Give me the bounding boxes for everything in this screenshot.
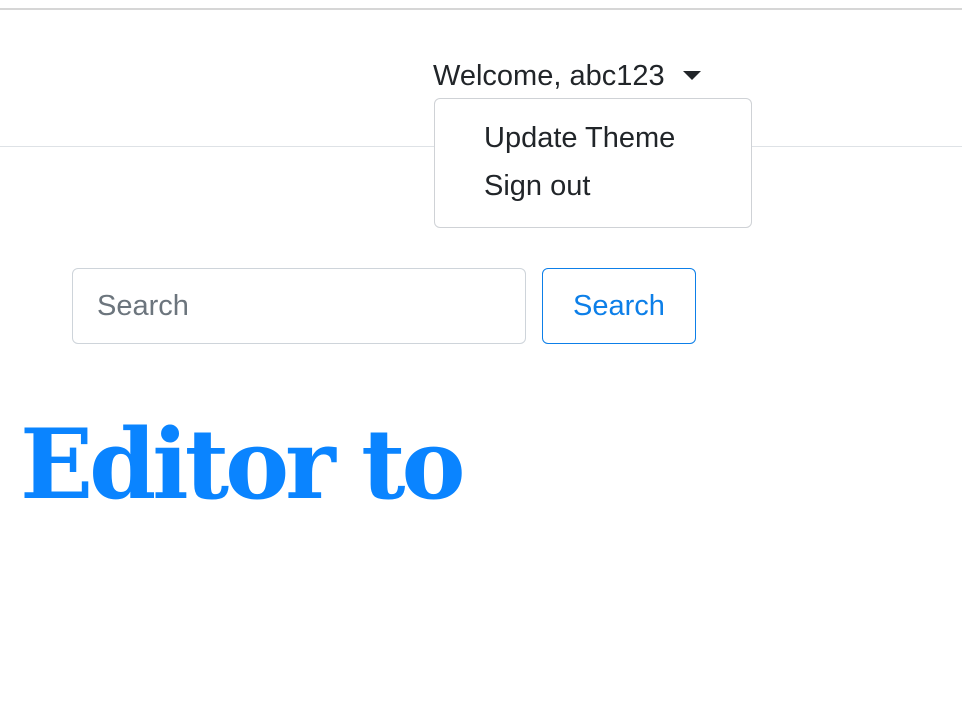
welcome-text: Welcome, abc123: [433, 59, 665, 92]
search-input[interactable]: [72, 268, 526, 344]
page: Welcome, abc123 Update Theme Sign out Se…: [0, 0, 962, 720]
user-dropdown-menu: Update Theme Sign out: [434, 98, 752, 228]
menu-item-update-theme[interactable]: Update Theme: [484, 120, 675, 156]
search-button[interactable]: Search: [542, 268, 696, 344]
menu-item-sign-out[interactable]: Sign out: [484, 168, 590, 204]
user-menu-toggle[interactable]: Welcome, abc123: [433, 58, 701, 94]
page-heading: Editor to: [20, 408, 466, 521]
top-border: [0, 8, 962, 10]
caret-down-icon: [682, 70, 701, 80]
